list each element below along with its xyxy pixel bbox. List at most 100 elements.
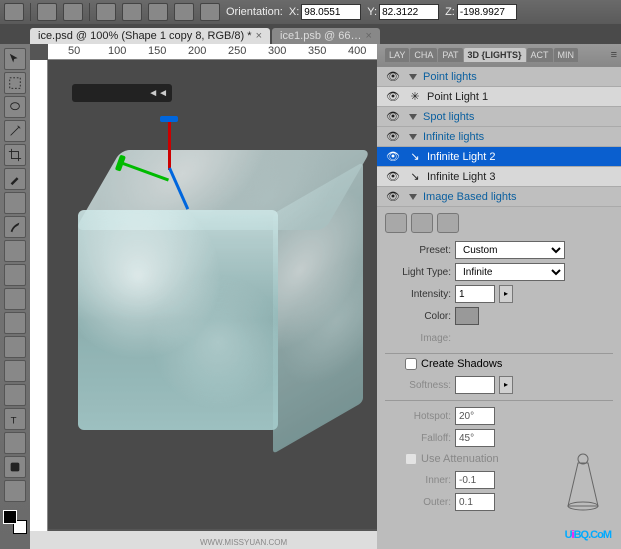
x-label: X:: [289, 6, 299, 18]
group-point-lights[interactable]: 👁 Point lights: [377, 67, 621, 87]
axis-z-icon[interactable]: [168, 120, 171, 170]
3d-axis-widget[interactable]: [128, 100, 208, 200]
light-item[interactable]: 👁 ↘ Infinite Light 3: [377, 167, 621, 187]
type-tool-icon[interactable]: T: [4, 408, 26, 430]
brush-tool-icon[interactable]: [4, 216, 26, 238]
pen-tool-icon[interactable]: [4, 384, 26, 406]
3d-tool-icon[interactable]: [4, 480, 26, 502]
color-label: Color:: [385, 311, 451, 322]
healing-tool-icon[interactable]: [4, 192, 26, 214]
intensity-label: Intensity:: [385, 289, 451, 300]
tab-paths[interactable]: PAT: [438, 48, 462, 62]
chevron-down-icon[interactable]: [409, 194, 417, 200]
eyedropper-tool-icon[interactable]: [4, 168, 26, 190]
ruler-vertical[interactable]: [30, 60, 48, 549]
panels: LAY CHA PAT 3D {LIGHTS} ACT MIN ≡ 👁 Poin…: [377, 44, 621, 549]
eye-icon[interactable]: 👁: [381, 150, 405, 163]
light-options-icon[interactable]: [437, 213, 459, 233]
path-tool-icon[interactable]: [4, 432, 26, 454]
z-input[interactable]: [457, 4, 517, 20]
chevron-down-icon[interactable]: [409, 134, 417, 140]
eye-icon[interactable]: 👁: [381, 110, 405, 123]
outer-label: Outer:: [385, 497, 451, 508]
light-type-label: Light Type:: [385, 267, 451, 278]
crop-tool-icon[interactable]: [4, 144, 26, 166]
shape-tool-icon[interactable]: [4, 456, 26, 478]
light-properties: Preset: Custom Light Type: Infinite Inte…: [377, 207, 621, 549]
create-shadows-checkbox[interactable]: [405, 358, 417, 370]
rotate-icon[interactable]: [96, 3, 116, 21]
inner-label: Inner:: [385, 475, 451, 486]
document-tabs: ice.psd @ 100% (Shape 1 copy 8, RGB/8) *…: [0, 24, 621, 44]
stamp-tool-icon[interactable]: [4, 240, 26, 262]
marquee-tool-icon[interactable]: [4, 72, 26, 94]
tab-channels[interactable]: CHA: [410, 48, 437, 62]
tab-3d-lights[interactable]: 3D {LIGHTS}: [464, 48, 526, 62]
wand-tool-icon[interactable]: [4, 120, 26, 142]
falloff-input: [455, 429, 495, 447]
tab-layers[interactable]: LAY: [385, 48, 409, 62]
preset-select[interactable]: Custom: [455, 241, 565, 259]
gradient-tool-icon[interactable]: [4, 312, 26, 334]
x-input[interactable]: [301, 4, 361, 20]
blur-tool-icon[interactable]: [4, 336, 26, 358]
tab-actions[interactable]: ACT: [527, 48, 553, 62]
roll-icon[interactable]: [122, 3, 142, 21]
color-swatch[interactable]: [455, 307, 479, 325]
color-swatch[interactable]: [3, 510, 27, 534]
svg-text:T: T: [11, 415, 17, 426]
y-input[interactable]: [379, 4, 439, 20]
tool-preset-icon[interactable]: [4, 3, 24, 21]
doc-tab-active[interactable]: ice.psd @ 100% (Shape 1 copy 8, RGB/8) *…: [30, 28, 270, 44]
dodge-tool-icon[interactable]: [4, 360, 26, 382]
eye-icon[interactable]: 👁: [381, 130, 405, 143]
panel-menu-icon[interactable]: ≡: [611, 49, 617, 61]
scale-icon[interactable]: [200, 3, 220, 21]
tab-min[interactable]: MIN: [554, 48, 579, 62]
slide-icon[interactable]: [174, 3, 194, 21]
chevron-down-icon[interactable]: [409, 114, 417, 120]
group-infinite-lights[interactable]: 👁 Infinite lights: [377, 127, 621, 147]
axis-x-icon[interactable]: [121, 162, 169, 182]
pan-icon[interactable]: [148, 3, 168, 21]
falloff-label: Falloff:: [385, 433, 451, 444]
outer-input: [455, 493, 495, 511]
close-icon[interactable]: ×: [366, 30, 372, 42]
canvas-area: 50 100 150 200 250 300 350 400 ◄◄: [30, 44, 377, 549]
softness-input: [455, 376, 495, 394]
inner-input: [455, 471, 495, 489]
doc-tab-inactive[interactable]: ice1.psb @ 66… ×: [272, 28, 380, 44]
group-spot-lights[interactable]: 👁 Spot lights: [377, 107, 621, 127]
eye-icon[interactable]: 👁: [381, 190, 405, 203]
hotspot-label: Hotspot:: [385, 411, 451, 422]
ruler-horizontal[interactable]: 50 100 150 200 250 300 350 400: [48, 44, 377, 60]
eye-icon[interactable]: 👁: [381, 170, 405, 183]
infinite-light-icon: ↘: [405, 170, 425, 183]
move-tool-icon[interactable]: [4, 48, 26, 70]
arrows-icon[interactable]: ◄◄: [148, 88, 168, 99]
new-light-icon[interactable]: [385, 213, 407, 233]
lasso-tool-icon[interactable]: [4, 96, 26, 118]
group-image-based-lights[interactable]: 👁 Image Based lights: [377, 187, 621, 207]
options-bar: Orientation: X: Y: Z:: [0, 0, 621, 24]
image-picker-icon[interactable]: [455, 330, 473, 346]
light-type-select[interactable]: Infinite: [455, 263, 565, 281]
return-icon[interactable]: [63, 3, 83, 21]
close-icon[interactable]: ×: [256, 30, 262, 42]
chevron-down-icon[interactable]: [409, 74, 417, 80]
home-icon[interactable]: [37, 3, 57, 21]
eye-icon[interactable]: 👁: [381, 70, 405, 83]
delete-light-icon[interactable]: [411, 213, 433, 233]
light-item-selected[interactable]: 👁 ↘ Infinite Light 2: [377, 147, 621, 167]
eye-icon[interactable]: 👁: [381, 90, 405, 103]
point-light-icon: ✳: [405, 90, 425, 103]
light-item[interactable]: 👁 ✳ Point Light 1: [377, 87, 621, 107]
ice-cube-object[interactable]: [78, 150, 368, 440]
infinite-light-icon: ↘: [405, 150, 425, 163]
intensity-input[interactable]: [455, 285, 495, 303]
use-attenuation-checkbox: [405, 453, 417, 465]
eraser-tool-icon[interactable]: [4, 288, 26, 310]
intensity-slider-icon[interactable]: ▸: [499, 285, 513, 303]
history-brush-tool-icon[interactable]: [4, 264, 26, 286]
document-canvas[interactable]: ◄◄: [48, 60, 377, 529]
